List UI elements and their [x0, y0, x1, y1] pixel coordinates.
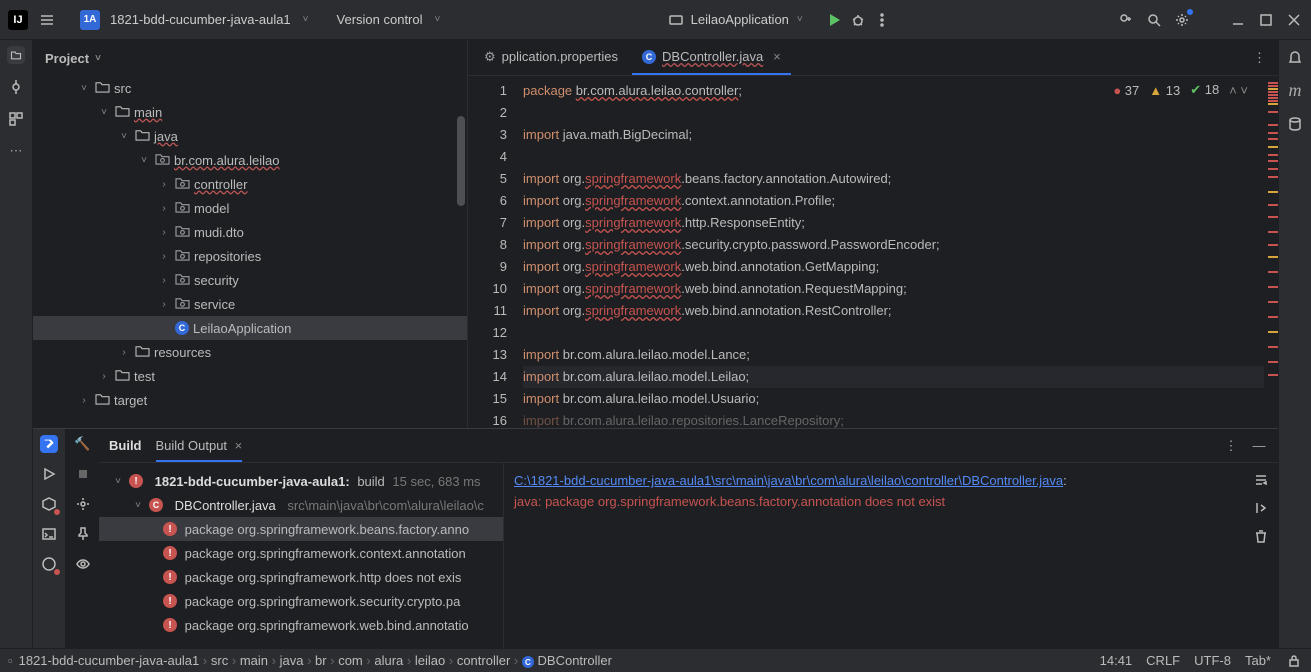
maven-tool-icon[interactable]: m — [1289, 80, 1302, 101]
database-tool-icon[interactable] — [1286, 115, 1304, 133]
services-icon[interactable] — [40, 495, 58, 513]
problems-icon[interactable] — [40, 555, 58, 573]
settings-icon[interactable] — [1173, 11, 1191, 29]
run-icon[interactable] — [825, 11, 843, 29]
build-panel: 🔨 Build Build Output × ⋮ — ˅! 1821-bdd-c… — [33, 428, 1278, 648]
build-error[interactable]: ! package org.springframework.web.bind.a… — [99, 613, 503, 637]
tree-item[interactable]: ˅main — [33, 100, 467, 124]
tabs-more-icon[interactable]: ⋮ — [1247, 50, 1272, 66]
tree-item[interactable]: ›controller — [33, 172, 467, 196]
error-stripe[interactable] — [1264, 76, 1278, 428]
editor: ⚙pplication.propertiesCDBController.java… — [468, 40, 1278, 428]
tree-item[interactable]: ›model — [33, 196, 467, 220]
run-config-icon — [667, 11, 685, 29]
tree-item[interactable]: ›target — [33, 388, 467, 412]
left-tool-strip: ⋯ — [0, 40, 33, 648]
breadcrumb[interactable]: 1821-bdd-cucumber-java-aula1 › src › mai… — [19, 653, 612, 669]
hide-icon[interactable]: — — [1250, 437, 1268, 455]
more-tool-icon[interactable]: ⋯ — [7, 142, 25, 160]
project-panel: Project˅ ˅src˅main˅java˅br.com.alura.lei… — [33, 40, 468, 428]
statusbar: ▫ 1821-bdd-cucumber-java-aula1 › src › m… — [0, 648, 1311, 672]
main: ⋯ Project˅ ˅src˅main˅java˅br.com.alura.l… — [0, 40, 1311, 648]
chevron-down-icon[interactable]: ˅ — [797, 14, 803, 25]
error-file-path[interactable]: C:\1821-bdd-cucumber-java-aula1\src\main… — [514, 473, 1063, 488]
editor-tab[interactable]: ⚙pplication.properties — [474, 41, 628, 75]
project-tree[interactable]: ˅src˅main˅java˅br.com.alura.leilao›contr… — [33, 76, 467, 428]
ok-count: ✔ 18 — [1190, 82, 1219, 98]
scroll-end-icon[interactable] — [1252, 499, 1270, 517]
error-count: ● 37 — [1113, 83, 1139, 98]
inspection-widget[interactable]: ● 37 ▲ 13 ✔ 18 ˄ ˅ — [1113, 82, 1248, 98]
tree-item[interactable]: ›test — [33, 364, 467, 388]
minimize-icon[interactable] — [1229, 11, 1247, 29]
soft-wrap-icon[interactable] — [1252, 471, 1270, 489]
debug-icon[interactable] — [849, 11, 867, 29]
titlebar: IJ 1A 1821-bdd-cucumber-java-aula1 ˅ Vers… — [0, 0, 1311, 40]
chevron-down-icon[interactable]: ˅ — [303, 14, 309, 25]
menu-icon[interactable] — [38, 11, 56, 29]
tree-item[interactable]: ›resources — [33, 340, 467, 364]
hammer-icon[interactable] — [40, 435, 58, 453]
run-tool-icon[interactable] — [40, 465, 58, 483]
indent[interactable]: Tab* — [1245, 653, 1271, 668]
settings-cog-icon[interactable] — [74, 495, 92, 513]
close-icon[interactable] — [1285, 11, 1303, 29]
run-config[interactable]: LeilaoApplication — [691, 12, 789, 27]
more-icon[interactable] — [873, 11, 891, 29]
more-icon[interactable]: ⋮ — [1222, 437, 1240, 455]
version-control[interactable]: Version control — [337, 12, 423, 27]
notifications-icon[interactable] — [1286, 48, 1304, 66]
editor-tabs: ⚙pplication.propertiesCDBController.java… — [468, 40, 1278, 76]
right-tool-strip: m — [1278, 40, 1311, 648]
error-msg: java: package org.springframework.beans.… — [514, 494, 945, 509]
ide-logo: IJ — [8, 10, 28, 30]
tree-item[interactable]: ›mudi.dto — [33, 220, 467, 244]
build-output-tab[interactable]: Build Output × — [156, 429, 243, 462]
eye-icon[interactable] — [74, 555, 92, 573]
build-output[interactable]: C:\1821-bdd-cucumber-java-aula1\src\main… — [503, 463, 1278, 648]
tree-item[interactable]: ›service — [33, 292, 467, 316]
tree-item[interactable]: ˅java — [33, 124, 467, 148]
terminal-icon[interactable] — [40, 525, 58, 543]
encoding[interactable]: UTF-8 — [1194, 653, 1231, 668]
build-root[interactable]: ˅! 1821-bdd-cucumber-java-aula1: build 1… — [99, 469, 503, 493]
build-left-strip — [33, 429, 66, 648]
project-tool-icon[interactable] — [7, 46, 25, 64]
tree-item[interactable]: CLeilaoApplication — [33, 316, 467, 340]
maximize-icon[interactable] — [1257, 11, 1275, 29]
caret-pos[interactable]: 14:41 — [1100, 653, 1133, 668]
editor-tab[interactable]: CDBController.java× — [632, 41, 791, 75]
tree-item[interactable]: ˅src — [33, 76, 467, 100]
code-area[interactable]: package br.com.alura.leilao.controller; … — [523, 76, 1278, 428]
tree-item[interactable]: ›repositories — [33, 244, 467, 268]
structure-tool-icon[interactable] — [7, 110, 25, 128]
project-name[interactable]: 1821-bdd-cucumber-java-aula1 — [110, 12, 291, 27]
build-error[interactable]: ! package org.springframework.http does … — [99, 565, 503, 589]
project-header[interactable]: Project˅ — [33, 40, 467, 76]
gutter: 12345678910111213141516 — [468, 76, 523, 428]
tree-item[interactable]: ›security — [33, 268, 467, 292]
build-hammer-icon[interactable]: 🔨 — [74, 435, 92, 453]
code-with-me-icon[interactable] — [1117, 11, 1135, 29]
trash-icon[interactable] — [1252, 527, 1270, 545]
build-error[interactable]: ! package org.springframework.beans.fact… — [99, 517, 503, 541]
stop-icon[interactable] — [74, 465, 92, 483]
line-sep[interactable]: CRLF — [1146, 653, 1180, 668]
search-icon[interactable] — [1145, 11, 1163, 29]
build-tree[interactable]: ˅! 1821-bdd-cucumber-java-aula1: build 1… — [99, 463, 503, 648]
commit-tool-icon[interactable] — [7, 78, 25, 96]
scrollbar-thumb[interactable] — [457, 116, 465, 206]
build-tab[interactable]: Build — [109, 438, 142, 453]
tree-item[interactable]: ˅br.com.alura.leilao — [33, 148, 467, 172]
pin-icon[interactable] — [74, 525, 92, 543]
project-badge: 1A — [80, 10, 100, 30]
build-actions: 🔨 — [66, 429, 99, 648]
build-error[interactable]: ! package org.springframework.context.an… — [99, 541, 503, 565]
build-tabs: Build Build Output × ⋮ — — [99, 429, 1278, 463]
build-error[interactable]: ! package org.springframework.security.c… — [99, 589, 503, 613]
readonly-icon[interactable] — [1285, 652, 1303, 670]
build-file[interactable]: ˅C DBController.java src\main\java\br\co… — [99, 493, 503, 517]
warn-count: ▲ 13 — [1149, 83, 1180, 98]
